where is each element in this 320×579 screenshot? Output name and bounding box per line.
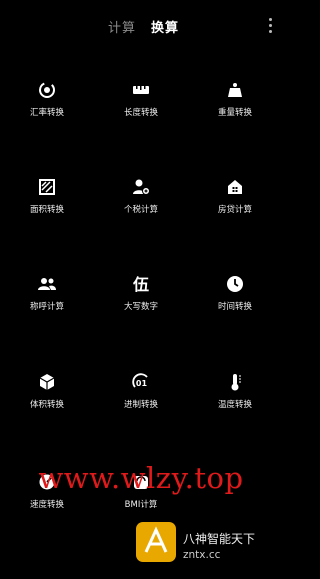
person-tax-icon: [133, 179, 150, 195]
grid-item-kinship[interactable]: 称呼计算: [0, 274, 94, 334]
grid-item-label: 速度转换: [29, 500, 64, 510]
grid-item-temperature[interactable]: 温度转换: [188, 372, 282, 432]
svg-text:01: 01: [136, 379, 148, 388]
grid-item-label: 称呼计算: [29, 302, 64, 312]
weight-icon: [228, 83, 242, 97]
people-icon: [38, 278, 56, 290]
currency-exchange-icon: [39, 82, 55, 98]
grid-item-label: 时间转换: [217, 302, 252, 312]
area-icon: [39, 179, 55, 195]
grid-item-currency[interactable]: 汇率转换: [0, 80, 94, 140]
grid-item-label: 汇率转换: [29, 108, 64, 118]
grid-item-label: 长度转换: [123, 108, 158, 118]
grid-item-tax[interactable]: 个税计算: [94, 177, 188, 237]
grid-item-label: 体积转换: [29, 400, 64, 410]
svg-text:伍: 伍: [132, 275, 149, 294]
grid-item-area[interactable]: 面积转换: [0, 177, 94, 237]
grid-item-volume[interactable]: 体积转换: [0, 372, 94, 432]
thermometer-icon: [231, 374, 241, 391]
binary-icon: 01: [132, 373, 148, 388]
grid-item-time[interactable]: 时间转换: [188, 274, 282, 334]
grid-item-label: 进制转换: [123, 400, 158, 410]
logo-title: 八神智能天下: [183, 532, 256, 546]
grid-item-mortgage[interactable]: 房贷计算: [188, 177, 282, 237]
cube-icon: [39, 374, 55, 390]
grid-item-base[interactable]: 01 进制转换: [94, 372, 188, 432]
capital-number-icon: 伍: [132, 275, 149, 294]
grid-item-label: 温度转换: [217, 400, 252, 410]
site-logo: 八神智能天下 zntx.cc: [136, 522, 276, 568]
grid-item-label: 面积转换: [29, 205, 64, 215]
grid-item-label: 重量转换: [217, 108, 252, 118]
grid-item-capital-number[interactable]: 伍 大写数字: [94, 274, 188, 334]
grid-item-weight[interactable]: 重量转换: [188, 80, 282, 140]
grid-item-label: BMI计算: [124, 500, 158, 510]
grid-item-length[interactable]: 长度转换: [94, 80, 188, 140]
logo-url: zntx.cc: [183, 549, 221, 561]
grid-item-label: 个税计算: [123, 205, 158, 215]
grid-item-label: 房贷计算: [217, 205, 252, 215]
logo-mark-icon: [136, 522, 176, 562]
watermark-text: www.wlzy.top: [38, 461, 244, 495]
grid-item-label: 大写数字: [123, 302, 158, 312]
ruler-icon: [133, 86, 149, 94]
clock-icon: [227, 276, 243, 292]
house-loan-icon: [228, 180, 242, 194]
